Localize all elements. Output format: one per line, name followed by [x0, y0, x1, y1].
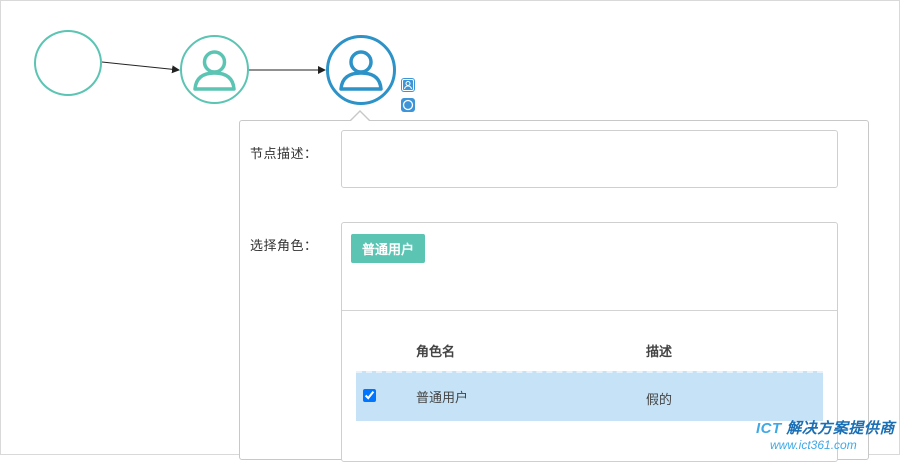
role-description-cell: 假的	[646, 392, 673, 407]
start-node[interactable]	[34, 30, 102, 96]
user-icon	[182, 37, 247, 102]
user-icon	[329, 38, 393, 102]
node-description-label: 节点描述：	[250, 146, 318, 161]
add-end-node-button[interactable]	[401, 98, 415, 112]
select-role-label: 选择角色：	[250, 238, 318, 253]
workflow-canvas	[0, 0, 900, 130]
node-description-input[interactable]	[341, 130, 838, 188]
user-icon	[402, 79, 414, 91]
watermark-prefix: ICT	[756, 420, 782, 437]
user-task-node-1[interactable]	[180, 35, 249, 104]
role-divider	[342, 310, 837, 311]
watermark-url: www.ict361.com	[770, 438, 857, 452]
selected-role-tag[interactable]: 普通用户	[351, 234, 425, 263]
add-user-task-button[interactable]	[401, 78, 415, 92]
column-header-description[interactable]: 描述	[646, 341, 672, 360]
connector-start-to-user1[interactable]	[101, 61, 180, 74]
watermark-text: ICT 解决方案提供商	[756, 417, 895, 438]
column-header-role-name[interactable]: 角色名	[416, 341, 455, 360]
connector-layer	[101, 61, 326, 74]
circle-icon	[402, 99, 414, 111]
user-task-node-2-selected[interactable]	[326, 35, 396, 105]
panel-caret-fill	[351, 112, 369, 121]
role-name-cell: 普通用户	[416, 390, 469, 405]
watermark-slogan: 解决方案提供商	[786, 420, 895, 437]
row-checkbox[interactable]	[363, 389, 376, 402]
